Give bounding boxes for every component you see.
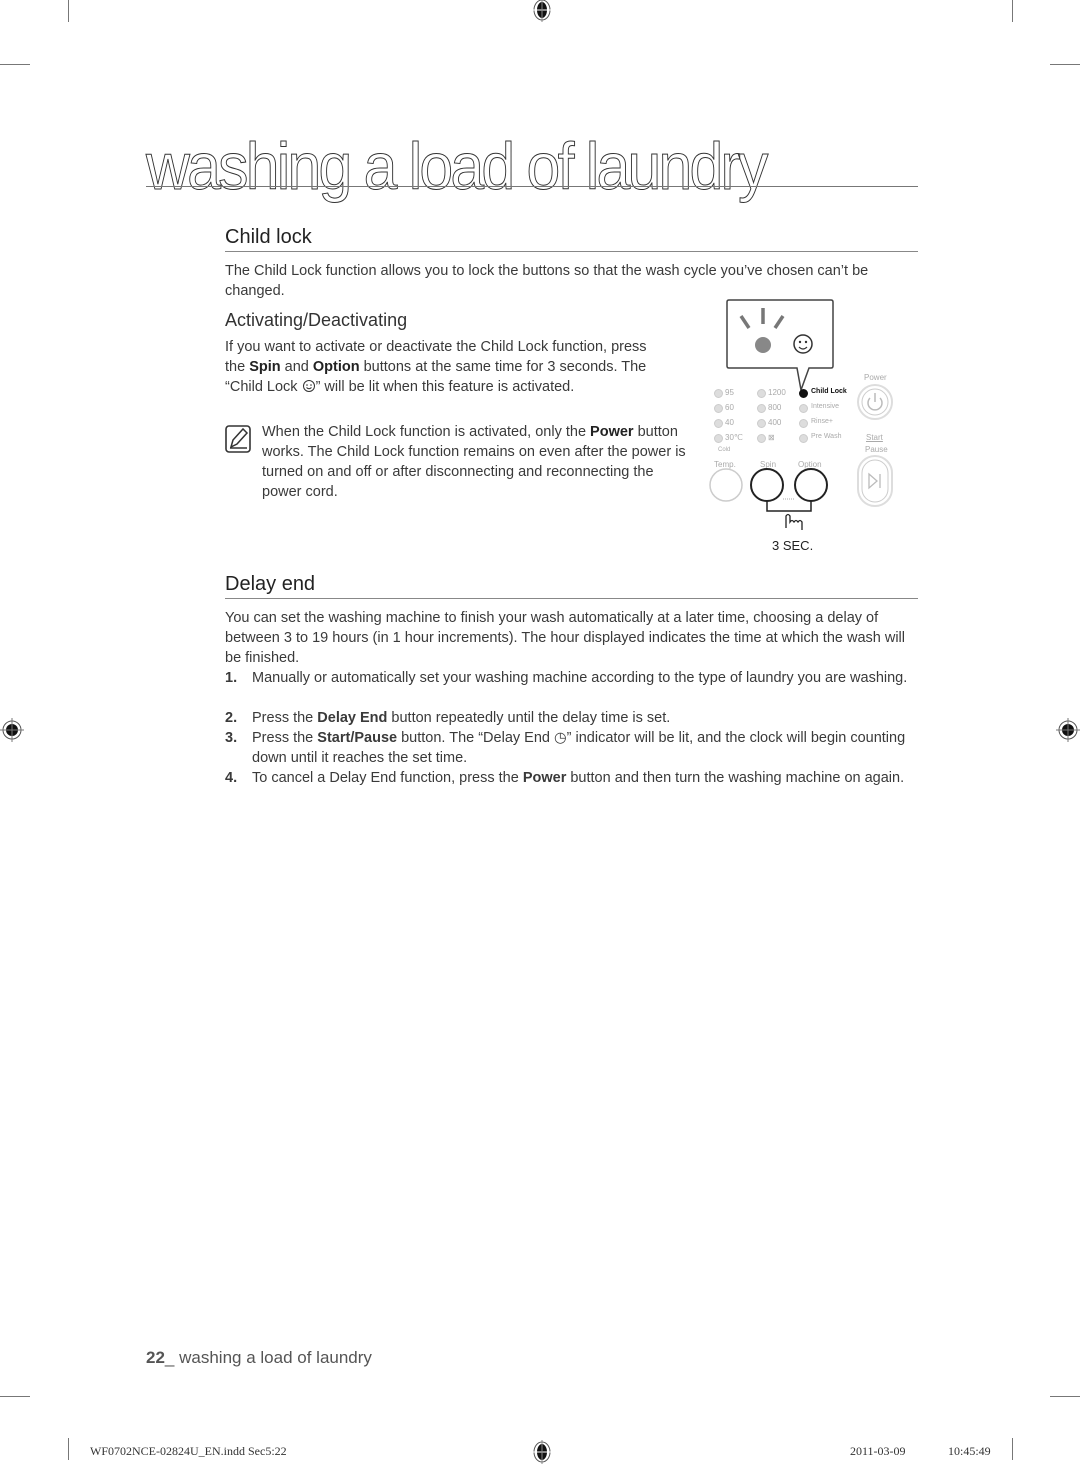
slug-date: 2011-03-09 [850, 1444, 906, 1458]
child-face-icon [302, 380, 315, 392]
section-heading-delay-end: Delay end [225, 573, 316, 595]
combo-bracket [766, 501, 812, 512]
step-item: 2. Press the Delay End button repeatedly… [225, 710, 671, 726]
crop-mark [1050, 1396, 1080, 1397]
page-footer: 22_ washing a load of laundry [146, 1348, 372, 1367]
registration-mark-icon [0, 718, 24, 742]
title-rule [146, 186, 918, 187]
crop-mark [68, 0, 69, 22]
crop-mark [1050, 64, 1080, 65]
crop-mark [1012, 0, 1013, 22]
crop-mark [68, 1438, 69, 1460]
registration-mark-icon [532, 0, 552, 22]
slug-time: 10:45:49 [948, 1444, 991, 1458]
activating-body: If you want to activate or deactivate th… [225, 339, 647, 395]
section-heading-child-lock: Child lock [225, 226, 312, 248]
section-rule [225, 251, 918, 252]
step-item: 4. To cancel a Delay End function, press… [225, 770, 905, 786]
spin-button[interactable] [750, 468, 784, 502]
hold-duration-label: 3 SEC. [772, 538, 814, 553]
temp-button[interactable] [709, 468, 743, 502]
footer-section: washing a load of laundry [179, 1348, 372, 1367]
step-item: 1. Manually or automatically set your wa… [225, 670, 908, 686]
option-button[interactable] [794, 468, 828, 502]
page-title: washing a load of laundry [146, 129, 769, 204]
note-pencil-icon [225, 425, 251, 453]
crop-mark [0, 64, 30, 65]
power-button[interactable] [857, 384, 893, 420]
slug-filename: WF0702NCE-02824U_EN.indd Sec5:22 [90, 1444, 287, 1458]
page-number: 22 [146, 1348, 165, 1367]
child-lock-callout [726, 299, 834, 393]
registration-mark-icon [1056, 718, 1080, 742]
crop-mark [1012, 1438, 1013, 1460]
subheading-activating: Activating/Deactivating [225, 310, 408, 330]
control-panel-illustration: 95 60 40 30℃ Cold 1200 800 400 ⊠ Child L… [700, 295, 920, 560]
step-item: 3. Press the Start/Pause button. The “De… [225, 730, 906, 766]
section-rule [225, 598, 918, 599]
crop-mark [0, 1396, 30, 1397]
delay-end-intro: You can set the washing machine to finis… [225, 610, 905, 666]
hand-press-icon [785, 513, 803, 530]
start-pause-button[interactable] [857, 455, 893, 507]
child-lock-note: When the Child Lock function is activate… [262, 424, 686, 500]
registration-mark-icon [532, 1440, 552, 1464]
